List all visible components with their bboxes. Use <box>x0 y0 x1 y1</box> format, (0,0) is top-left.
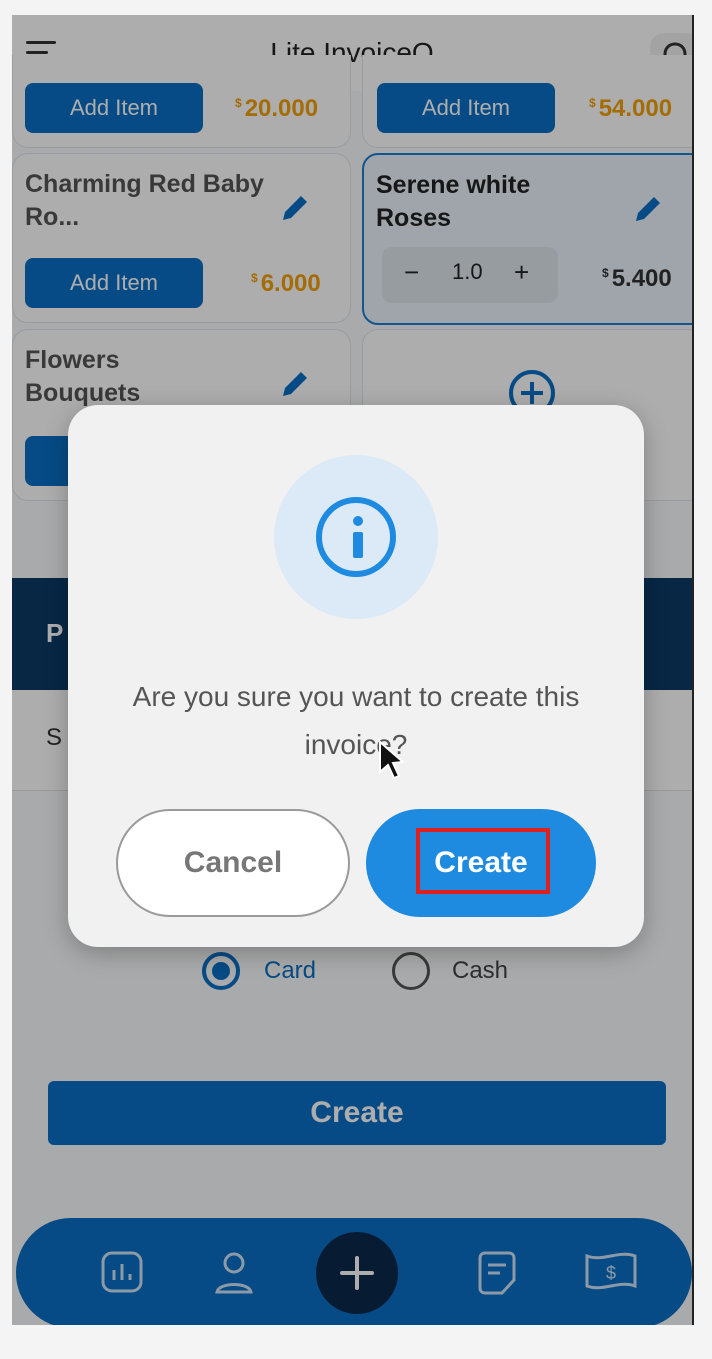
cancel-button[interactable]: Cancel <box>116 809 350 917</box>
dialog-message: Are you sure you want to create this inv… <box>132 681 580 760</box>
confirm-dialog: Are you sure you want to create this inv… <box>68 405 644 947</box>
info-icon <box>274 455 438 619</box>
mouse-cursor-icon <box>379 740 404 780</box>
highlight-annotation <box>416 828 550 894</box>
